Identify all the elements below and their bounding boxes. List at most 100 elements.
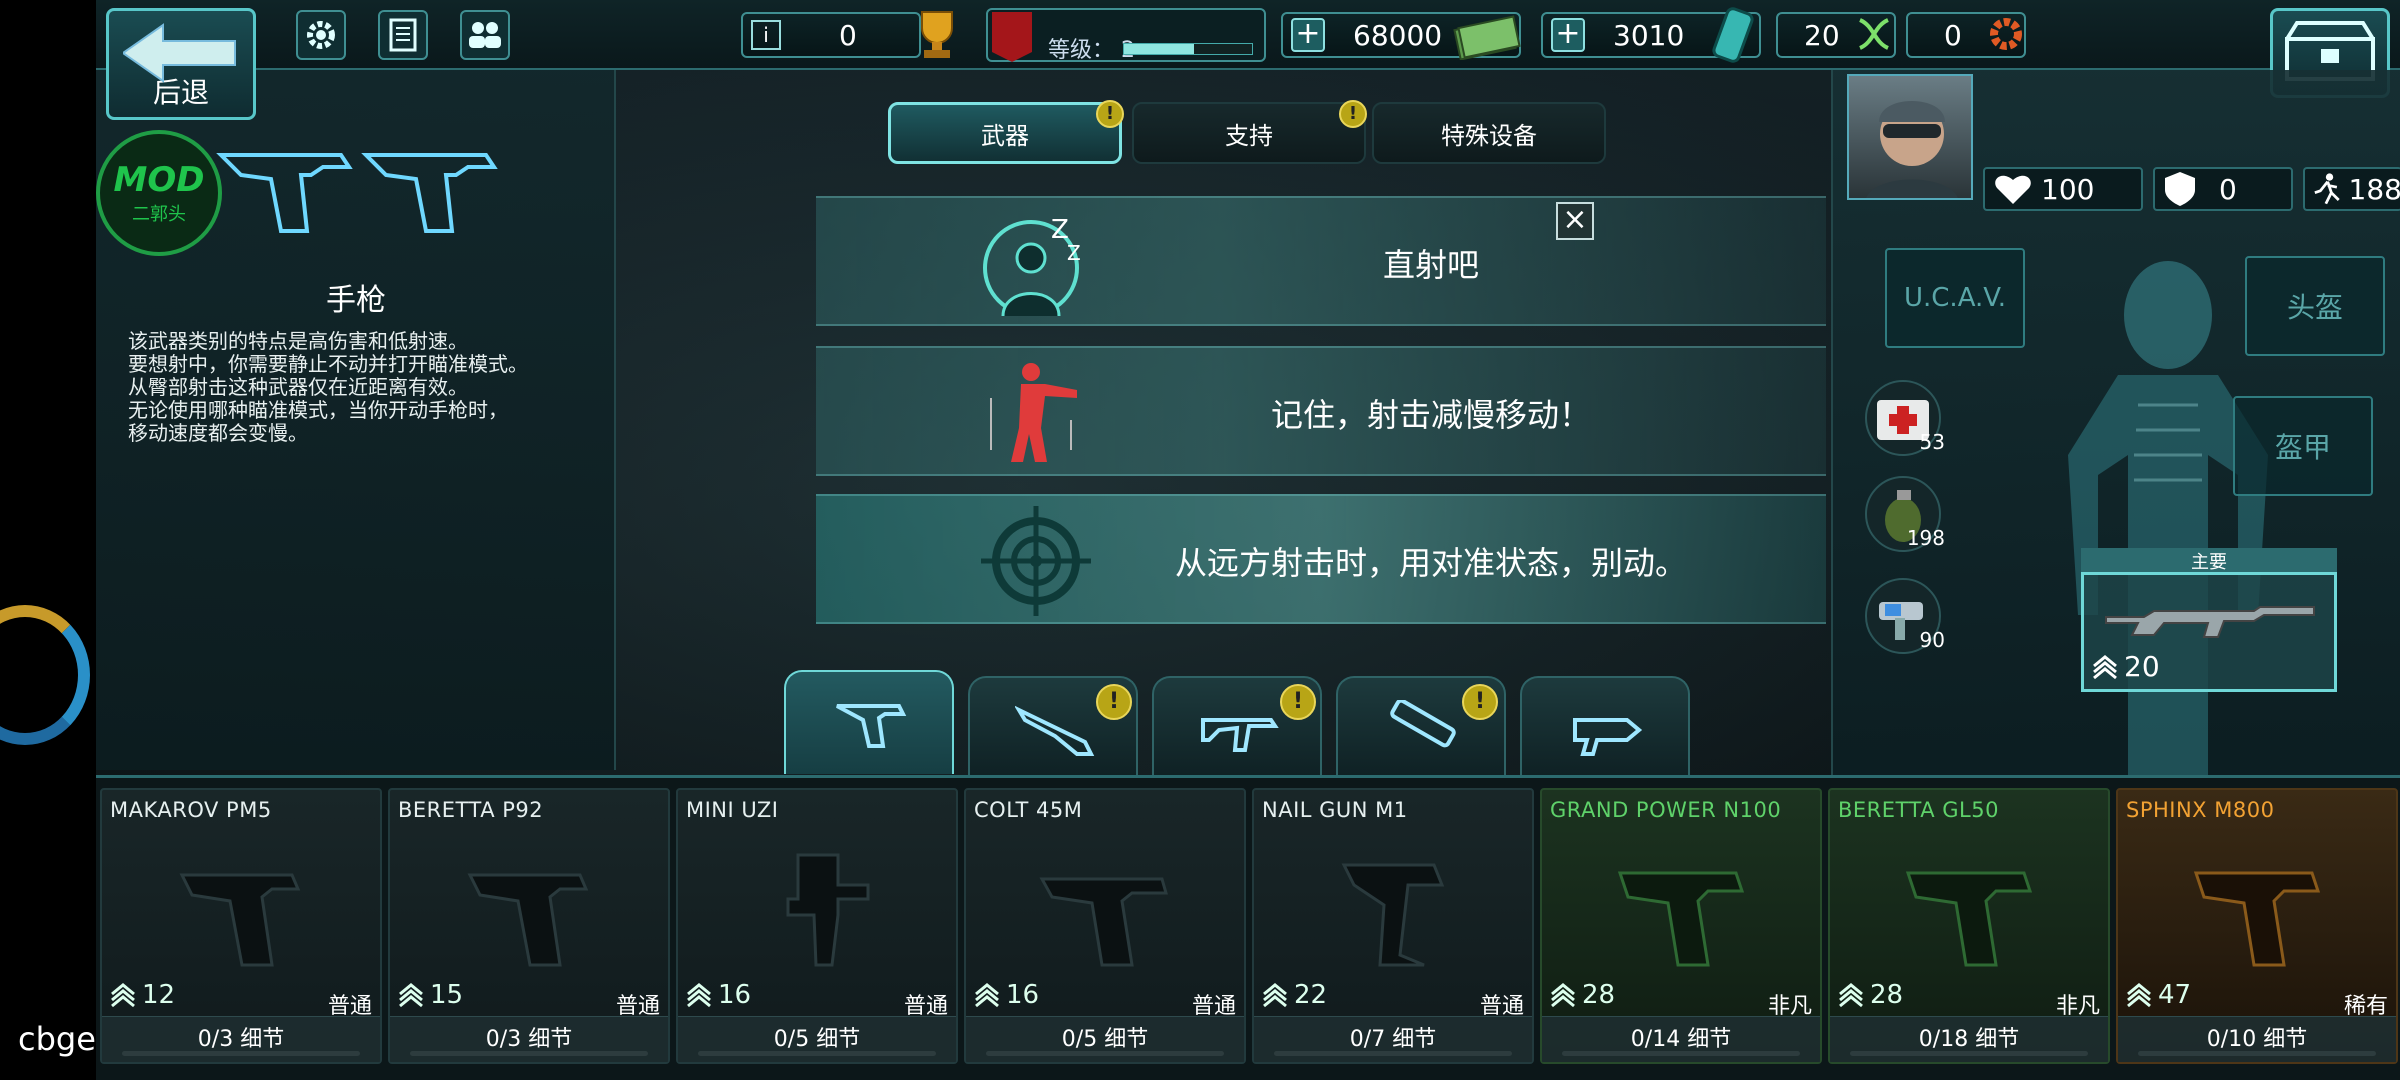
uav-slot[interactable]: U.C.A.V. <box>1885 248 2025 348</box>
category-special-tab[interactable] <box>1520 676 1690 776</box>
orange-gear-icon <box>1990 18 2022 50</box>
weapon-level: 16 <box>686 980 751 1010</box>
rank-chevrons-icon <box>2127 983 2151 1008</box>
weapon-name: GRAND POWER N100 <box>1550 798 1782 822</box>
parts-progress: 0/3 细节 <box>102 1016 380 1062</box>
weapon-silhouette-icon <box>1905 871 2033 967</box>
cash-value: 68000 <box>1353 18 1443 52</box>
soldier-avatar-icon <box>1866 101 1958 198</box>
parts-progress: 0/3 细节 <box>390 1016 668 1062</box>
parts-progress-text: 0/18 细节 <box>1918 1027 2020 1052</box>
settings-button[interactable] <box>296 10 346 60</box>
tip-text: 从远方射击时，用对准状态，别动。 <box>1174 544 1687 582</box>
parts-progress: 0/14 细节 <box>1542 1016 1820 1062</box>
grenade-count: 198 <box>1906 526 1945 550</box>
weapon-card[interactable]: MAKAROV PM5 12 普通 0/3 细节 <box>100 788 382 1064</box>
helmet-slot[interactable]: 头盔 <box>2245 256 2385 356</box>
parts-progress-text: 0/5 细节 <box>773 1027 861 1052</box>
mod-subtitle: 二郭头 <box>132 204 186 225</box>
uav-slot-label: U.C.A.V. <box>1903 283 2006 313</box>
tip-text: 直射吧 <box>1382 246 1479 284</box>
parts-progress: 0/5 细节 <box>966 1016 1244 1062</box>
grenade-item[interactable]: 198 <box>1865 476 1945 552</box>
back-button[interactable]: 后退 <box>106 8 256 120</box>
top-bar: 后退 i 0 等级： 2 + 68000 <box>96 0 2400 120</box>
parts-progress: 0/5 细节 <box>678 1016 956 1062</box>
assault-rifle-icon <box>1201 718 1279 752</box>
health-value: 100 <box>2041 172 2095 206</box>
weapon-card[interactable]: GRAND POWER N100 28 非凡 0/14 细节 <box>1540 788 1822 1064</box>
gadget-item[interactable]: 90 <box>1865 578 1945 654</box>
pistol-icon <box>836 704 907 748</box>
friends-button[interactable] <box>460 10 510 60</box>
weapon-card[interactable]: NAIL GUN M1 22 普通 0/7 细节 <box>1252 788 1534 1064</box>
weapon-name: BERETTA P92 <box>398 798 544 822</box>
primary-weapon-slot[interactable]: 20 <box>2081 572 2337 692</box>
weapon-card[interactable]: MINI UZI 16 普通 0/5 细节 <box>676 788 958 1064</box>
weapon-card[interactable]: SPHINX M800 47 稀有 0/10 细节 <box>2116 788 2398 1064</box>
tip-text: 记住，射击减慢移动！ <box>1270 396 1591 434</box>
back-arrow-icon <box>123 23 236 83</box>
floating-assist-ring[interactable] <box>0 605 90 745</box>
parts-progress-text: 0/10 细节 <box>2206 1027 2308 1052</box>
weapon-silhouette-icon <box>1617 871 1745 967</box>
weapon-level-value: 16 <box>1006 980 1040 1010</box>
shotguns-alert-icon: ! <box>1096 684 1132 720</box>
parts-progress-text: 0/7 细节 <box>1349 1027 1437 1052</box>
parts-progress: 0/18 细节 <box>1830 1016 2108 1062</box>
description-line: 移动速度都会变慢。 <box>128 421 308 445</box>
weapon-card[interactable]: COLT 45M 16 普通 0/5 细节 <box>964 788 1246 1064</box>
weapon-name: SPHINX M800 <box>2126 798 2275 822</box>
character-portrait[interactable] <box>1847 74 1973 200</box>
weapon-level-value: 47 <box>2158 980 2192 1010</box>
m16-rifle-icon <box>2105 606 2315 638</box>
special-weapon-icon <box>1573 718 1643 756</box>
rank-chevrons-icon <box>111 983 135 1008</box>
parts-progress-bar <box>1850 1051 2088 1056</box>
rank-panel[interactable]: 等级： 2 <box>986 8 1266 63</box>
speed-stat: 188 <box>2303 167 2400 211</box>
weapon-description: 该武器类别的特点是高伤害和低射速。 要想射中，你需要静止不动并打开瞄准模式。 从… <box>128 330 608 445</box>
add-cash-button[interactable]: + <box>1291 18 1325 52</box>
close-tips-button[interactable]: × <box>1556 202 1594 240</box>
journal-button[interactable] <box>378 10 428 60</box>
parts-progress-bar <box>986 1051 1224 1056</box>
tip-row: 记住，射击减慢移动！ <box>816 346 1826 476</box>
weapon-name: COLT 45M <box>974 798 1083 822</box>
rank-chevrons-icon <box>2093 654 2117 679</box>
rank-chevrons-icon <box>1839 983 1863 1008</box>
medkit-item[interactable]: 53 <box>1865 380 1945 456</box>
shotgun-icon <box>1015 705 1095 756</box>
parts-progress-text: 0/3 细节 <box>197 1027 285 1052</box>
shooting-soldier-icon <box>990 363 1077 462</box>
dna-value: 20 <box>1804 18 1840 52</box>
parts-progress-text: 0/14 细节 <box>1630 1027 1732 1052</box>
add-gems-button[interactable]: + <box>1551 18 1585 52</box>
tab-weapons[interactable]: 武器 <box>888 102 1122 164</box>
heavy-alert-icon: ! <box>1462 684 1498 720</box>
weapon-card[interactable]: BERETTA GL50 28 非凡 0/18 细节 <box>1828 788 2110 1064</box>
weapon-level: 47 <box>2126 980 2191 1010</box>
tab-support[interactable]: 支持 <box>1132 102 1366 164</box>
body-armor-slot[interactable]: 盔甲 <box>2233 396 2373 496</box>
tab-special-equipment[interactable]: 特殊设备 <box>1372 102 1606 164</box>
primary-level: 20 <box>2092 650 2160 683</box>
shield-icon <box>2165 172 2195 206</box>
rank-chevrons-icon <box>975 983 999 1008</box>
weapon-level: 28 <box>1838 980 1903 1010</box>
loadout-panel: 100 0 188 U.C.A.V. 头盔 盔甲 53 198 90 主要 20 <box>1831 70 2400 775</box>
category-pistols-tab[interactable] <box>784 670 954 774</box>
weapon-card[interactable]: BERETTA P92 15 普通 0/3 细节 <box>388 788 670 1064</box>
health-stat: 100 <box>1983 167 2143 211</box>
rank-progress-bar <box>1123 43 1253 55</box>
trophy-stat[interactable]: i 0 <box>741 12 921 58</box>
running-man-icon <box>2314 173 2340 205</box>
weapon-level: 15 <box>398 980 463 1010</box>
weapon-silhouette-icon <box>1039 877 1168 967</box>
parts-progress-bar <box>410 1051 648 1056</box>
parts-progress-text: 0/5 细节 <box>1061 1027 1149 1052</box>
friends-icon <box>469 22 501 48</box>
gear-icon <box>307 21 335 49</box>
description-line: 该武器类别的特点是高伤害和低射速。 <box>128 329 468 353</box>
tab-weapons-alert-icon: ! <box>1096 100 1124 128</box>
